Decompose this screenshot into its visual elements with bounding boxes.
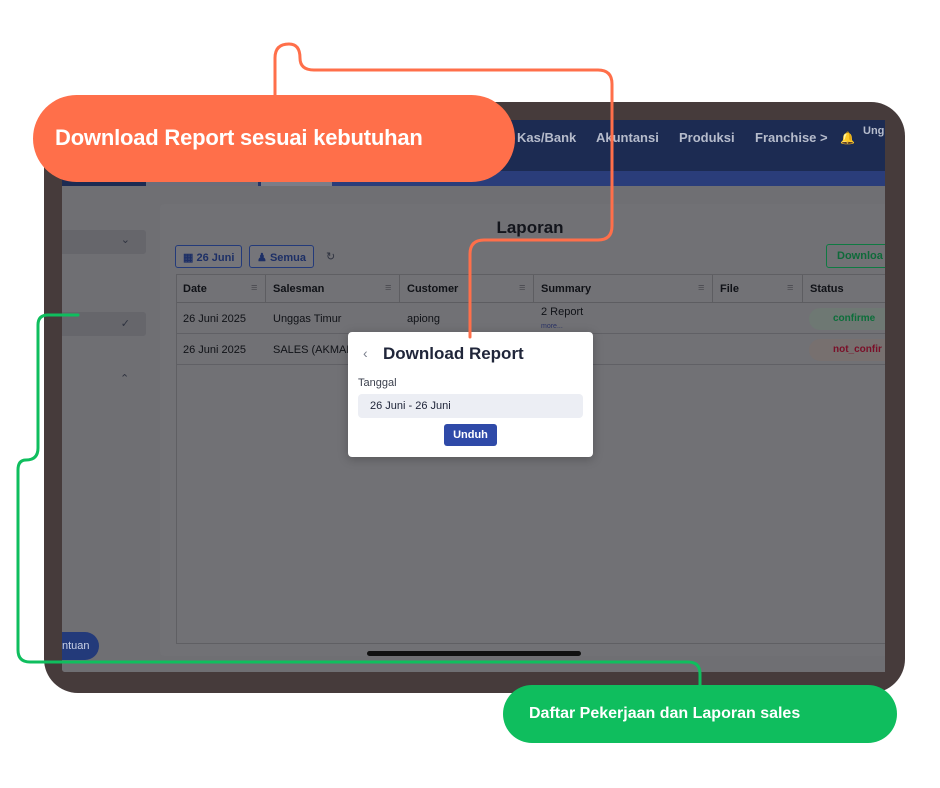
- user-name[interactable]: Ung: [863, 125, 884, 137]
- date-filter-button[interactable]: ▦ 26 Juni: [175, 245, 243, 268]
- bell-icon[interactable]: 🔔: [840, 131, 855, 145]
- nav-item-produksi[interactable]: Produksi: [679, 130, 735, 145]
- user-icon: ♟: [257, 252, 267, 264]
- help-button[interactable]: ntuan: [62, 632, 99, 660]
- column-menu-icon[interactable]: ≡: [251, 282, 257, 294]
- column-header-date[interactable]: Date: [183, 283, 207, 295]
- download-report-modal: ‹ Download Report Tanggal Unduh: [348, 332, 593, 457]
- cell-date: 26 Juni 2025: [183, 344, 246, 356]
- column-header-salesman[interactable]: Salesman: [273, 283, 324, 295]
- cell-date: 26 Juni 2025: [183, 313, 246, 325]
- nav-item-akuntansi[interactable]: Akuntansi: [596, 130, 659, 145]
- sales-report-callout: Daftar Pekerjaan dan Laporan sales: [503, 685, 897, 743]
- modal-title: Download Report: [383, 344, 524, 363]
- column-header-file[interactable]: File: [720, 283, 739, 295]
- status-badge: confirme: [809, 308, 885, 330]
- unduh-button[interactable]: Unduh: [444, 424, 497, 446]
- column-header-summary[interactable]: Summary: [541, 283, 591, 295]
- cell-salesman: Unggas Timur: [273, 313, 342, 325]
- summary-more-link[interactable]: more...: [541, 323, 563, 330]
- sales-report-callout-text: Daftar Pekerjaan dan Laporan sales: [529, 705, 801, 722]
- table-row[interactable]: 26 Juni 2025 Unggas Timur apiong 2 Repor…: [177, 303, 885, 334]
- download-button[interactable]: Downloa: [826, 244, 885, 268]
- page-title: Laporan: [496, 218, 564, 237]
- calendar-icon: ▦: [183, 252, 194, 264]
- sidebar-item-active[interactable]: ✓: [62, 312, 146, 336]
- cell-salesman: SALES (AKMAL: [273, 344, 353, 356]
- status-badge: not_confir: [809, 339, 885, 361]
- report-table: Date ≡ Salesman ≡ Customer ≡ Summary ≡ F…: [176, 274, 885, 644]
- column-divider: [265, 275, 266, 303]
- column-header-customer[interactable]: Customer: [407, 283, 458, 295]
- chevron-up-icon[interactable]: ⌃: [120, 372, 132, 385]
- table-header: Date ≡ Salesman ≡ Customer ≡ Summary ≡ F…: [177, 275, 885, 303]
- home-indicator: [367, 651, 581, 656]
- cell-summary: 2 Report: [541, 306, 584, 318]
- salesman-filter-label: Semua: [269, 252, 307, 264]
- nav-item-kas-bank[interactable]: Kas/Bank: [517, 130, 576, 145]
- date-range-label: Tanggal: [358, 377, 397, 389]
- column-divider: [399, 275, 400, 303]
- check-icon: ✓: [120, 318, 130, 330]
- cell-customer: apiong: [407, 313, 441, 325]
- column-menu-icon[interactable]: ≡: [698, 282, 704, 294]
- chevron-down-icon: ⌄: [120, 234, 130, 246]
- column-divider: [533, 275, 534, 303]
- date-filter-label: 26 Juni: [196, 252, 235, 264]
- marketing-stage: Kas/Bank Akuntansi Produksi Franchise > …: [0, 0, 940, 788]
- salesman-filter-button[interactable]: ♟ Semua: [249, 245, 315, 268]
- date-range-input[interactable]: [358, 394, 583, 418]
- chevron-left-icon[interactable]: ‹: [363, 345, 368, 361]
- column-menu-icon[interactable]: ≡: [787, 282, 793, 294]
- column-divider: [802, 275, 803, 303]
- column-menu-icon[interactable]: ≡: [385, 282, 391, 294]
- nav-item-franchise[interactable]: Franchise >: [755, 130, 828, 145]
- refresh-icon[interactable]: ↻: [326, 250, 335, 263]
- column-header-status[interactable]: Status: [810, 283, 844, 295]
- column-menu-icon[interactable]: ≡: [519, 282, 525, 294]
- sidebar-item-1[interactable]: ⌄: [62, 230, 146, 254]
- download-report-callout: Download Report sesuai kebutuhan: [33, 95, 515, 182]
- download-report-callout-text: Download Report sesuai kebutuhan: [55, 125, 423, 150]
- column-divider: [712, 275, 713, 303]
- sidebar: ⌄ ✓ ⌃: [62, 186, 148, 672]
